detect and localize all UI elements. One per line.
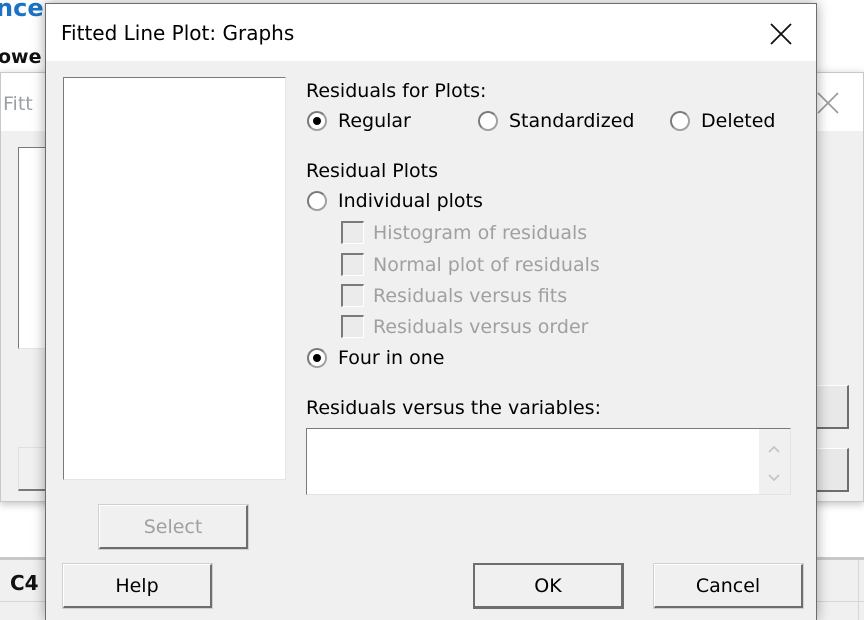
close-icon: [770, 23, 792, 45]
checkbox-residuals-vs-fits[interactable]: Residuals versus fits: [341, 284, 567, 307]
checkbox-histogram[interactable]: Histogram of residuals: [341, 221, 587, 244]
radio-deleted[interactable]: Deleted: [670, 110, 776, 132]
checkbox-indicator: [341, 284, 364, 307]
radio-four-in-one-label: Four in one: [338, 347, 445, 369]
radio-indicator: [478, 111, 498, 131]
variable-list[interactable]: [63, 77, 286, 480]
scroll-up-icon[interactable]: [767, 441, 781, 455]
checkbox-indicator: [341, 253, 364, 276]
radio-individual-plots[interactable]: Individual plots: [307, 190, 483, 212]
radio-deleted-label: Deleted: [701, 110, 776, 132]
radio-regular-label: Regular: [338, 110, 411, 132]
checkbox-indicator: [341, 315, 364, 338]
vars-scrollbar[interactable]: [759, 429, 790, 494]
cancel-button[interactable]: Cancel: [653, 563, 804, 609]
checkbox-histogram-label: Histogram of residuals: [373, 221, 588, 244]
dialog-titlebar: Fitted Line Plot: Graphs: [46, 4, 816, 61]
radio-indicator: [307, 111, 327, 131]
radio-indicator: [670, 111, 690, 131]
background-close-icon[interactable]: [816, 91, 840, 115]
residuals-vs-variables-label: Residuals versus the variables:: [306, 397, 601, 419]
scroll-down-icon[interactable]: [767, 470, 781, 484]
background-dialog-title: Fitt: [3, 93, 33, 115]
background-subheading: owe: [0, 46, 42, 68]
radio-standardized[interactable]: Standardized: [478, 110, 634, 132]
radio-individual-plots-label: Individual plots: [338, 190, 483, 212]
graphs-dialog: Fitted Line Plot: Graphs Residuals for P…: [45, 3, 817, 620]
radio-indicator: [307, 191, 327, 211]
checkbox-residuals-vs-order-label: Residuals versus order: [373, 315, 589, 338]
checkbox-indicator: [341, 221, 364, 244]
checkbox-normal-plot-label: Normal plot of residuals: [373, 253, 600, 276]
background-heading: nce: [0, 0, 44, 22]
residual-plots-label: Residual Plots: [306, 160, 438, 182]
close-button[interactable]: [758, 14, 804, 54]
radio-indicator: [307, 348, 327, 368]
checkbox-residuals-vs-order[interactable]: Residuals versus order: [341, 315, 588, 338]
radio-standardized-label: Standardized: [509, 110, 635, 132]
checkbox-normal-plot[interactable]: Normal plot of residuals: [341, 253, 600, 276]
worksheet-gridline: [858, 560, 859, 620]
worksheet-column-label: C4: [10, 571, 39, 595]
help-button[interactable]: Help: [62, 563, 213, 609]
select-button[interactable]: Select: [98, 504, 249, 550]
residuals-vs-variables-input[interactable]: [306, 428, 791, 495]
checkbox-residuals-vs-fits-label: Residuals versus fits: [373, 284, 568, 307]
ok-button[interactable]: OK: [473, 563, 624, 609]
radio-regular[interactable]: Regular: [307, 110, 411, 132]
dialog-title: Fitted Line Plot: Graphs: [61, 21, 295, 45]
radio-four-in-one[interactable]: Four in one: [307, 347, 445, 369]
residuals-for-plots-label: Residuals for Plots:: [306, 80, 487, 102]
